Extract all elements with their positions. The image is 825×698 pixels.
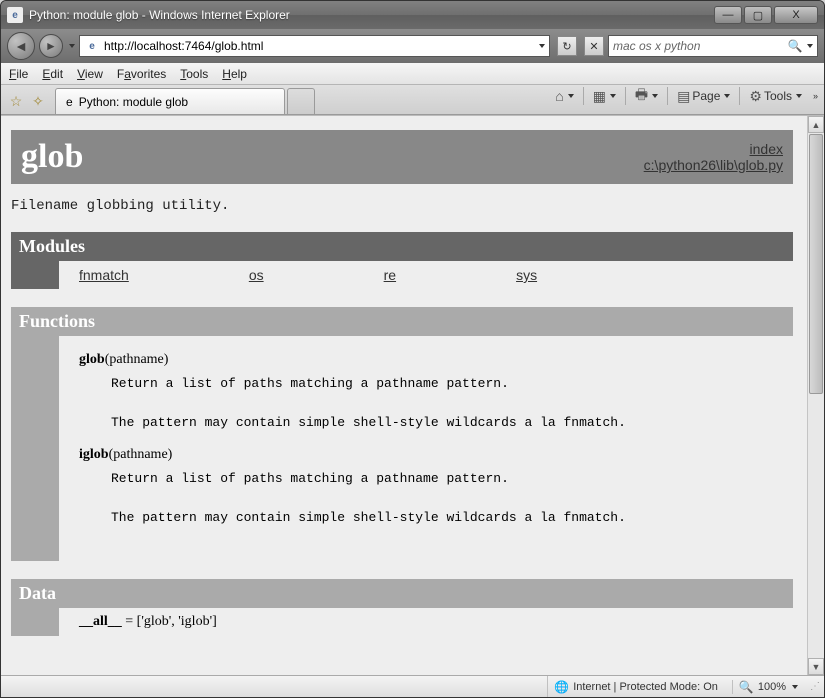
address-dropdown[interactable]	[539, 44, 545, 48]
search-button[interactable]: 🔍	[785, 36, 805, 56]
menu-view[interactable]: View	[77, 67, 103, 81]
page-menu-button[interactable]: ▤Page	[674, 86, 733, 107]
feeds-icon: ▦	[593, 88, 606, 105]
print-button[interactable]: 🖶	[632, 82, 661, 110]
zoom-dropdown[interactable]	[792, 685, 798, 689]
module-link-sys[interactable]: sys	[516, 267, 537, 283]
tab-title: Python: module glob	[79, 95, 188, 109]
module-description: Filename globbing utility.	[11, 184, 793, 232]
search-provider-dropdown[interactable]	[807, 44, 813, 48]
index-link[interactable]: index	[644, 141, 783, 157]
new-tab-button[interactable]	[287, 88, 315, 114]
scroll-thumb[interactable]	[809, 134, 823, 394]
function-iglob: iglob(pathname)	[79, 447, 773, 463]
add-favorites-icon[interactable]: ✧	[29, 92, 47, 110]
search-input[interactable]	[613, 39, 785, 53]
ie-favicon: e	[7, 7, 23, 23]
recent-pages-dropdown[interactable]	[69, 44, 75, 48]
tools-menu-button[interactable]: ⚙Tools	[746, 86, 805, 107]
module-name: glob	[21, 138, 83, 176]
menu-edit[interactable]: Edit	[42, 67, 63, 81]
maximize-button[interactable]: ▢	[744, 6, 772, 24]
menu-tools[interactable]: Tools	[180, 67, 208, 81]
browser-window: e Python: module glob - Windows Internet…	[0, 0, 825, 698]
refresh-button[interactable]: ↻	[557, 36, 577, 56]
tab-favicon-icon: e	[66, 95, 73, 109]
scroll-down-button[interactable]: ▼	[808, 658, 824, 675]
internet-zone-icon: 🌐	[554, 680, 569, 694]
functions-heading: Functions	[11, 307, 793, 336]
functions-list: glob(pathname) Return a list of paths ma…	[59, 336, 793, 561]
active-tab[interactable]: e Python: module glob	[55, 88, 285, 114]
window-controls: — ▢ X	[712, 6, 818, 24]
function-glob-doc: Return a list of paths matching a pathna…	[111, 374, 773, 433]
modules-heading: Modules	[11, 232, 793, 261]
resize-grip[interactable]: ⋰	[810, 681, 818, 692]
home-button[interactable]: ⌂	[552, 86, 576, 106]
function-iglob-doc: Return a list of paths matching a pathna…	[111, 469, 773, 528]
window-title: Python: module glob - Windows Internet E…	[29, 8, 712, 22]
status-done	[7, 676, 227, 697]
menu-favorites[interactable]: Favorites	[117, 67, 166, 81]
stop-button[interactable]: ✕	[584, 36, 604, 56]
page-content: glob index c:\python26\lib\glob.py Filen…	[1, 116, 807, 675]
home-icon: ⌂	[555, 88, 563, 104]
command-bar: ⌂ ▦ 🖶 ▤Page ⚙Tools »	[552, 82, 818, 114]
modules-list: fnmatch os re sys	[59, 261, 793, 289]
close-button[interactable]: X	[774, 6, 818, 24]
function-glob: glob(pathname)	[79, 352, 773, 368]
status-zone: 🌐 Internet | Protected Mode: On	[547, 676, 724, 697]
zoom-icon: 🔍	[739, 680, 754, 694]
menu-file[interactable]: File	[9, 67, 28, 81]
toolbar-overflow[interactable]: »	[813, 91, 818, 101]
scroll-up-button[interactable]: ▲	[808, 116, 824, 133]
minimize-button[interactable]: —	[714, 6, 742, 24]
data-heading: Data	[11, 579, 793, 608]
tab-toolbar: ☆ ✧ e Python: module glob ⌂ ▦ 🖶 ▤Page ⚙T…	[1, 85, 824, 115]
print-icon: 🖶	[635, 84, 648, 108]
module-link-fnmatch[interactable]: fnmatch	[79, 267, 129, 283]
forward-button[interactable]: ►	[39, 34, 63, 58]
module-link-os[interactable]: os	[249, 267, 264, 283]
status-bar: 🌐 Internet | Protected Mode: On 🔍 100% ⋰	[1, 675, 824, 697]
vertical-scrollbar[interactable]: ▲ ▼	[807, 116, 824, 675]
page-icon: ▤	[677, 88, 690, 105]
address-input[interactable]	[104, 39, 537, 53]
address-bar[interactable]: e	[79, 35, 550, 57]
gear-icon: ⚙	[749, 88, 762, 105]
data-entry: __all__ = ['glob', 'iglob']	[59, 608, 793, 636]
source-path-link[interactable]: c:\python26\lib\glob.py	[644, 157, 783, 173]
back-button[interactable]: ◄	[7, 32, 35, 60]
favorites-star-icon[interactable]: ☆	[7, 92, 25, 110]
search-bar[interactable]: 🔍	[608, 35, 818, 57]
zoom-control[interactable]: 🔍 100%	[732, 680, 798, 694]
nav-toolbar: ◄ ► e ↻ ✕ 🔍	[1, 29, 824, 63]
module-header: glob index c:\python26\lib\glob.py	[11, 130, 793, 184]
titlebar: e Python: module glob - Windows Internet…	[1, 1, 824, 29]
module-link-re[interactable]: re	[384, 267, 396, 283]
menu-help[interactable]: Help	[222, 67, 247, 81]
feeds-button[interactable]: ▦	[590, 86, 619, 107]
page-favicon-icon: e	[84, 38, 100, 54]
content-viewport: glob index c:\python26\lib\glob.py Filen…	[1, 115, 824, 675]
